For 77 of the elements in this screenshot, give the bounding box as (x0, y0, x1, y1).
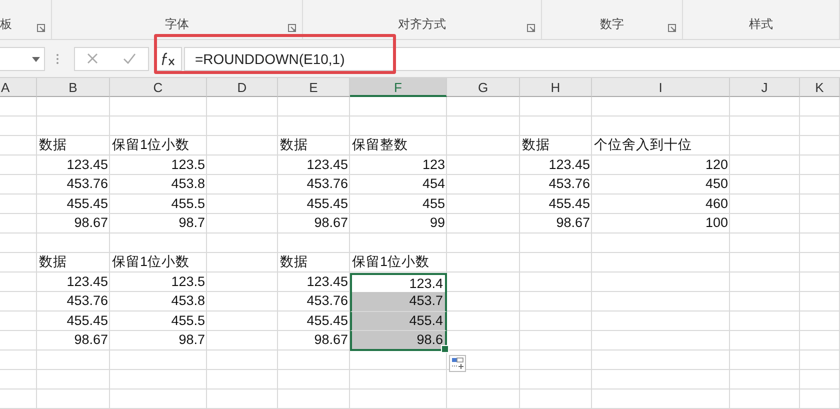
dialog-launcher-icon[interactable] (668, 24, 676, 32)
table-cell: 453.7 (350, 292, 447, 312)
cancel-icon[interactable] (87, 53, 98, 64)
dropdown-arrow-icon (32, 56, 40, 62)
column-header[interactable]: E (278, 78, 350, 97)
table-cell-text: 460 (704, 194, 729, 212)
column-header[interactable]: F (350, 78, 447, 97)
table-cell-text: 数据 (279, 136, 309, 154)
confirm-icon[interactable] (122, 53, 136, 64)
table-cell-text: 455.45 (66, 194, 109, 212)
table-cell-text: 123.45 (548, 156, 591, 174)
table-cell-text: 453.76 (66, 292, 109, 310)
column-header[interactable]: J (730, 78, 800, 97)
ribbon-group-label: 数字 (600, 16, 624, 33)
quick-analysis-icon[interactable] (449, 354, 466, 372)
table-cell-text: 100 (704, 214, 729, 232)
table-cell-text: 123 (421, 156, 446, 174)
formula-field[interactable]: =ROUNDDOWN(E10,1) (184, 46, 840, 70)
column-header[interactable]: A (0, 78, 37, 97)
table-cell-text: 455.45 (66, 312, 109, 330)
table-cell-text: 98.67 (73, 331, 109, 349)
dialog-launcher-icon[interactable] (288, 24, 296, 32)
ribbon-group-label: 对齐方式 (398, 16, 446, 33)
column-header[interactable]: C (110, 78, 207, 97)
column-header[interactable]: I (592, 78, 730, 97)
table-cell-text: 保留1位小数 (111, 136, 191, 154)
table-cell-text: 123.45 (306, 272, 349, 290)
table-cell-text: 453.76 (66, 175, 109, 193)
table-cell-text: 98.67 (555, 214, 591, 232)
table-cell-text: 123.5 (170, 156, 206, 174)
ribbon-group-label: 板 (0, 16, 12, 33)
table-cell-text: 数据 (279, 253, 309, 271)
table-cell-text: 455.45 (548, 194, 591, 212)
table-cell-text: 123.45 (306, 156, 349, 174)
drag-handle-icon[interactable] (56, 52, 59, 64)
table-cell-text: 98.67 (313, 214, 349, 232)
table-cell-text: 453.8 (170, 292, 206, 310)
table-cell-text: 453.76 (306, 175, 349, 193)
table-cell-text: 455 (421, 194, 446, 212)
ribbon-group-label: 字体 (165, 16, 189, 33)
table-cell-text: 个位舍入到十位 (593, 136, 693, 154)
table-cell-text: 453.76 (548, 175, 591, 193)
table-cell-text: 数据 (38, 253, 68, 271)
table-cell-text: 保留整数 (351, 136, 409, 154)
table-cell-text: 123.45 (66, 272, 109, 290)
table-cell-text: 数据 (521, 136, 551, 154)
ribbon-group-label: 样式 (749, 16, 773, 33)
table-cell: 455.4 (350, 312, 447, 331)
table-cell-text: 453.8 (170, 175, 206, 193)
table-cell-text: 98.67 (73, 214, 109, 232)
dialog-launcher-icon[interactable] (37, 24, 45, 32)
column-header[interactable]: G (447, 78, 520, 97)
table-cell-text: 123.45 (66, 156, 109, 174)
column-header[interactable]: K (800, 78, 840, 97)
table-cell-text: 455.5 (170, 312, 206, 330)
insert-function-icon[interactable] (160, 52, 176, 66)
table-cell-text: 455.5 (170, 194, 206, 212)
column-header[interactable]: B (37, 78, 110, 97)
table-cell-text: 455.45 (306, 312, 349, 330)
table-cell-text: 98.7 (178, 214, 206, 232)
fill-handle[interactable] (441, 344, 449, 352)
table-cell: 123.4 (350, 272, 447, 292)
table-cell-text: 455.45 (306, 194, 349, 212)
table-cell-text: 保留1位小数 (351, 253, 431, 271)
table-cell-text: 454 (421, 175, 446, 193)
dialog-launcher-icon[interactable] (527, 24, 535, 32)
table-cell-text: 123.5 (170, 272, 206, 290)
table-cell-text: 98.67 (313, 331, 349, 349)
table-cell-text: 保留1位小数 (111, 253, 191, 271)
table-cell-text: 数据 (38, 136, 68, 154)
table-cell-text: 98.7 (178, 331, 206, 349)
table-cell-text: 453.76 (306, 292, 349, 310)
column-header[interactable]: D (207, 78, 278, 97)
table-cell-text: 120 (704, 156, 729, 174)
column-header[interactable]: H (520, 78, 592, 97)
table-cell-text: 450 (704, 175, 729, 193)
table-cell-text: 99 (428, 214, 446, 232)
